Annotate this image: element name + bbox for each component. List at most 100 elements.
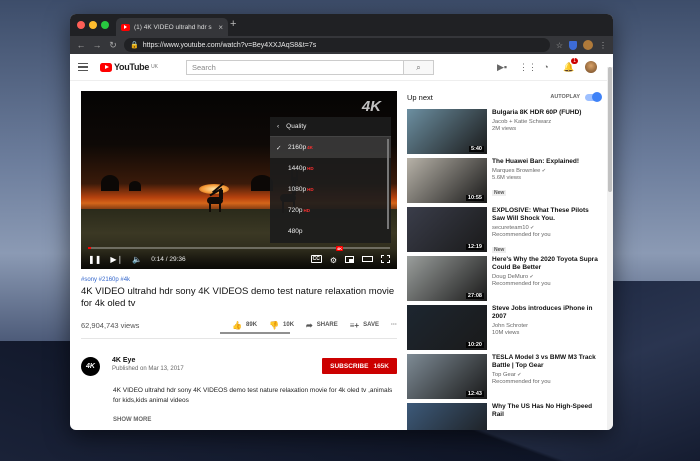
video-thumbnail[interactable]: 12:43 [407, 354, 487, 399]
recommended-video[interactable]: 27:08 Here's Why the 2020 Toyota Supra Co… [407, 256, 601, 302]
recommended-video-meta: Recommended for you [492, 281, 551, 287]
subscriber-count: 165K [373, 362, 389, 370]
recommended-video-channel[interactable]: John Schroter [492, 323, 600, 329]
antelope-leg [209, 203, 211, 212]
tab-close-icon[interactable]: × [218, 23, 223, 32]
theater-mode-icon[interactable] [362, 256, 373, 262]
reload-icon[interactable]: ↻ [108, 40, 118, 51]
new-tab-button[interactable]: + [230, 18, 236, 30]
notifications-bell-icon[interactable]: 🔔 1 [563, 57, 578, 73]
video-thumbnail[interactable]: 27:08 [407, 256, 487, 301]
quality-menu-scrollbar[interactable] [387, 139, 389, 229]
quality-option[interactable]: 1440p HD [270, 158, 391, 179]
quality-option[interactable]: ✓ 2160p 4K [270, 137, 391, 158]
save-button[interactable]: ≡+ SAVE [350, 321, 379, 330]
video-player[interactable]: 4K ‹ Quality ✓ 2160p 4K 1440p HD 1080p HD 720p H… [81, 91, 397, 269]
recommended-video[interactable]: 10:55 The Huawei Ban: Explained! Marques B… [407, 158, 601, 204]
recommended-video-channel[interactable]: Marques Brownlee ✔ [492, 168, 600, 174]
volume-icon[interactable]: 🔈 [132, 255, 142, 264]
video-thumbnail[interactable]: 10:20 [407, 305, 487, 350]
create-video-icon[interactable]: ▶▪ [497, 62, 507, 73]
video-thumbnail[interactable]: 10:55 [407, 158, 487, 203]
recommended-video-title[interactable]: Bulgaria 8K HDR 60P (FUHD) [492, 109, 600, 117]
recommended-video-title[interactable]: Here's Why the 2020 Toyota Supra Could B… [492, 256, 600, 272]
youtube-header: YouTube UK Search ⌕ ▶▪ ⋮⋮ ◔ 🔔 1 [70, 54, 613, 81]
recommended-video-channel[interactable]: secureteam10 ✔ [492, 225, 600, 231]
quality-menu-back[interactable]: ‹ Quality [270, 117, 391, 137]
browser-menu-icon[interactable]: ⋮ [599, 41, 607, 50]
show-more-button[interactable]: SHOW MORE [113, 417, 151, 423]
recommended-channel-name: Jacob + Katie Schwarz [492, 119, 552, 125]
quality-option-label: 1080p [288, 186, 307, 193]
video-thumbnail[interactable] [407, 403, 487, 430]
fullscreen-icon[interactable] [381, 255, 390, 263]
like-button[interactable]: 👍 89K [232, 321, 257, 330]
page-scroll-thumb[interactable] [608, 67, 612, 192]
page-scrollbar[interactable] [607, 67, 613, 430]
recommended-video[interactable]: Why The US Has No High-Speed Rail [407, 403, 601, 430]
add-to-playlist-icon: ≡+ [349, 320, 360, 330]
recommended-video-title[interactable]: TESLA Model 3 vs BMW M3 Track Battle | T… [492, 354, 600, 370]
quality-option-badge: HD [303, 208, 310, 213]
subscribe-button[interactable]: SUBSCRIBE 165K [322, 358, 397, 374]
apps-grid-icon[interactable]: ⋮⋮ [519, 62, 537, 73]
recommended-video-title[interactable]: The Huawei Ban: Explained! [492, 158, 600, 166]
pause-icon[interactable]: ❚❚ [88, 255, 101, 264]
account-avatar[interactable] [585, 61, 597, 73]
bookmark-star-icon[interactable]: ☆ [556, 41, 563, 50]
recommended-video-channel[interactable]: Top Gear ✔ [492, 372, 600, 378]
quality-option[interactable]: 480p [270, 221, 391, 242]
maximize-window-button[interactable] [101, 21, 109, 29]
channel-avatar[interactable]: 4K [81, 357, 100, 376]
recommended-video-title[interactable]: EXPLOSIVE: What These Pilots Saw Will Sh… [492, 207, 600, 223]
recommended-video-meta: 5.6M views [492, 175, 521, 181]
recommended-video[interactable]: 12:43 TESLA Model 3 vs BMW M3 Track Battl… [407, 354, 601, 400]
extension-shield-icon[interactable] [569, 40, 577, 50]
quality-menu: ‹ Quality ✓ 2160p 4K 1440p HD 1080p HD 720p HD 48… [270, 117, 391, 243]
minimize-window-button[interactable] [89, 21, 97, 29]
up-next-header: Up next AUTOPLAY [407, 91, 602, 103]
url-field[interactable]: 🔒 https://www.youtube.com/watch?v=Bey4XX… [124, 38, 550, 52]
quality-option[interactable]: 1080p HD [270, 179, 391, 200]
lock-icon: 🔒 [130, 42, 139, 49]
thumbs-down-icon: 👎 [269, 320, 280, 330]
more-actions-button[interactable]: ··· [391, 322, 397, 328]
logo-text: YouTube [114, 62, 150, 72]
autoplay-label: AUTOPLAY [550, 94, 580, 100]
quality-option[interactable]: 360p [270, 242, 391, 243]
profile-icon[interactable] [583, 40, 593, 50]
share-button[interactable]: ➦ SHARE [306, 321, 338, 330]
youtube-logo[interactable]: YouTube UK [100, 62, 158, 72]
recommended-video[interactable]: 12:19 EXPLOSIVE: What These Pilots Saw Wi… [407, 207, 601, 253]
settings-button[interactable]: ⚙ 4K [330, 246, 343, 268]
recommended-video-title[interactable]: Why The US Has No High-Speed Rail [492, 403, 600, 419]
share-label: SHARE [316, 322, 338, 328]
next-icon[interactable]: ▶❘ [110, 255, 123, 264]
video-thumbnail[interactable]: 12:19 [407, 207, 487, 252]
channel-name[interactable]: 4K Eye [112, 357, 184, 364]
recommended-video-channel[interactable]: Doug DeMuro ✔ [492, 274, 600, 280]
browser-tab[interactable]: (1) 4K VIDEO ultrahd hdr s × [116, 18, 228, 36]
share-icon: ➦ [306, 320, 313, 330]
video-duration: 12:43 [465, 391, 484, 397]
video-thumbnail[interactable]: 5:40 [407, 109, 487, 154]
menu-icon[interactable] [78, 63, 88, 71]
recommended-video-title[interactable]: Steve Jobs introduces iPhone in 2007 [492, 305, 600, 321]
autoplay-toggle[interactable] [585, 92, 602, 102]
recommended-video[interactable]: 5:40 Bulgaria 8K HDR 60P (FUHD) Jacob + Ka… [407, 109, 601, 155]
miniplayer-icon[interactable] [345, 255, 354, 263]
search-input[interactable]: Search [186, 60, 404, 75]
subtitles-button[interactable]: CC [310, 255, 322, 263]
recommended-video[interactable]: 10:20 Steve Jobs introduces iPhone in 200… [407, 305, 601, 351]
forward-icon[interactable]: → [92, 40, 102, 50]
quality-option[interactable]: 720p HD [270, 200, 391, 221]
close-window-button[interactable] [77, 21, 85, 29]
recommended-video-channel[interactable]: Jacob + Katie Schwarz [492, 119, 600, 125]
hashtags[interactable]: #sony #2160p #4k [81, 277, 397, 283]
silhouette-tree [101, 175, 119, 191]
messages-icon[interactable]: ◔ [541, 62, 551, 72]
back-icon[interactable]: ← [76, 40, 86, 50]
watch-page: 4K ‹ Quality ✓ 2160p 4K 1440p HD 1080p HD 720p H… [70, 67, 613, 430]
search-button[interactable]: ⌕ [404, 60, 434, 75]
dislike-button[interactable]: 👎 10K [269, 321, 294, 330]
